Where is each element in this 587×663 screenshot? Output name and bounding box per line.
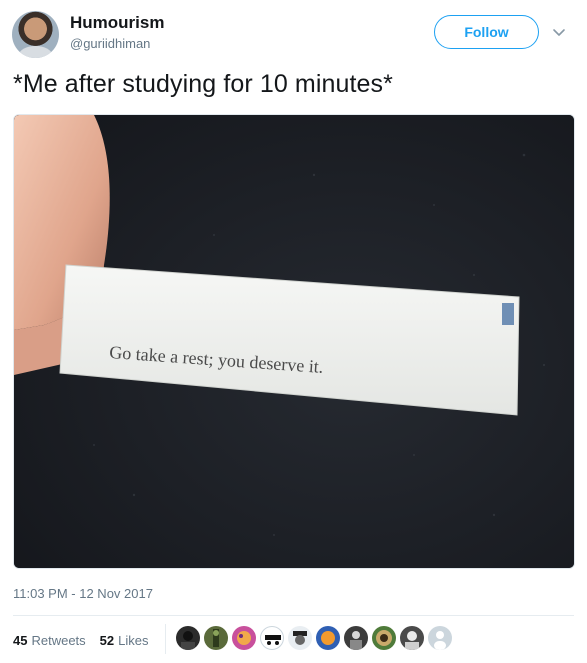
follow-button[interactable]: Follow bbox=[434, 15, 539, 49]
liker-avatar-7[interactable] bbox=[344, 626, 368, 650]
liker-avatar-6[interactable] bbox=[316, 626, 340, 650]
likes-count: 52 bbox=[99, 632, 115, 648]
liker-avatar-4[interactable] bbox=[260, 626, 284, 650]
likes-label: Likes bbox=[118, 632, 149, 648]
liker-avatars bbox=[176, 626, 456, 652]
chevron-down-icon[interactable] bbox=[551, 24, 567, 40]
likes-stat[interactable]: 52 Likes bbox=[100, 633, 149, 648]
user-avatar[interactable] bbox=[12, 11, 59, 58]
tweet-header: Humourism @guriidhiman Follow bbox=[0, 0, 587, 64]
retweets-label: Retweets bbox=[31, 632, 86, 648]
tweet-image[interactable]: Go take a rest; you deserve it. bbox=[13, 114, 575, 569]
user-name[interactable]: Humourism bbox=[70, 13, 164, 33]
user-handle[interactable]: @guriidhiman bbox=[70, 36, 150, 51]
liker-avatar-2[interactable] bbox=[204, 626, 228, 650]
tweet-timestamp[interactable]: 11:03 PM - 12 Nov 2017 bbox=[13, 586, 153, 601]
liker-avatar-9[interactable] bbox=[400, 626, 424, 650]
liker-avatar-3[interactable] bbox=[232, 626, 256, 650]
divider bbox=[13, 615, 574, 616]
stats-divider bbox=[165, 624, 166, 654]
tweet-text: *Me after studying for 10 minutes* bbox=[13, 70, 393, 98]
liker-avatar-1[interactable] bbox=[176, 626, 200, 650]
retweets-count: 45 bbox=[13, 632, 28, 648]
liker-avatar-more[interactable] bbox=[428, 626, 452, 650]
retweets-stat[interactable]: 45 Retweets bbox=[13, 633, 86, 648]
liker-avatar-8[interactable] bbox=[372, 626, 396, 650]
liker-avatar-5[interactable] bbox=[288, 626, 312, 650]
tweet-stats: 45 Retweets 52 Likes bbox=[13, 630, 163, 650]
